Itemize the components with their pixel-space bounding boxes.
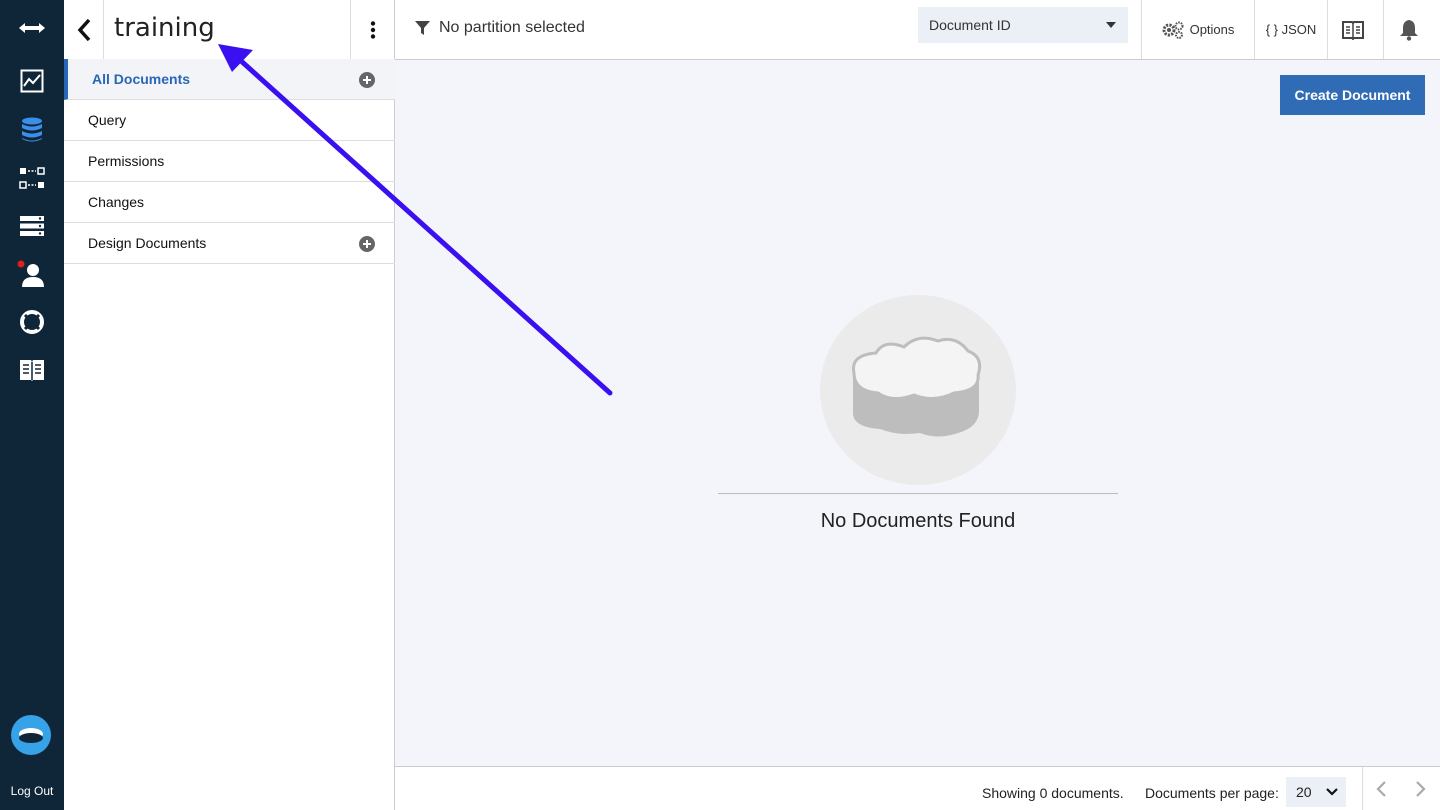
add-document-icon[interactable] <box>359 72 375 88</box>
back-button[interactable] <box>64 0 104 59</box>
docs-book-icon[interactable] <box>0 347 64 393</box>
top-toolbar: No partition selected Document ID Option… <box>395 0 1440 60</box>
chevron-left-icon <box>77 18 90 41</box>
previous-page-button[interactable] <box>1375 780 1389 798</box>
select-value: Document ID <box>929 17 1011 33</box>
per-page-label: Documents per page: <box>1145 785 1279 801</box>
empty-state-message: No Documents Found <box>820 510 1016 532</box>
database-sidebar: training All Documents Query Permissions… <box>64 0 395 810</box>
replication-icon[interactable] <box>0 155 64 201</box>
options-button[interactable]: Options <box>1142 0 1254 59</box>
gears-icon <box>1162 21 1184 39</box>
pagination-divider <box>1362 767 1363 810</box>
empty-state-illustration <box>820 295 1016 485</box>
logout-link[interactable]: Log Out <box>0 784 64 798</box>
expand-arrows-icon[interactable] <box>0 5 64 51</box>
partition-selector[interactable]: No partition selected <box>415 19 585 37</box>
create-document-button[interactable]: Create Document <box>1280 75 1425 115</box>
kebab-menu-icon <box>370 20 376 39</box>
database-icon[interactable] <box>0 107 64 153</box>
empty-state-divider <box>718 493 1118 494</box>
sidebar-item-permissions[interactable]: Permissions <box>64 141 395 182</box>
documentation-button[interactable] <box>1328 0 1383 59</box>
sidebar-item-label: All Documents <box>92 71 191 87</box>
caret-down-icon <box>1106 22 1116 28</box>
sidebar-item-label: Changes <box>88 194 145 210</box>
per-page-select[interactable]: 20 <box>1286 777 1346 807</box>
empty-database-cloud-icon <box>851 336 982 437</box>
sidebar-item-changes[interactable]: Changes <box>64 182 395 223</box>
document-count-text: Showing 0 documents. <box>982 785 1124 801</box>
document-id-select[interactable]: Document ID <box>918 7 1128 43</box>
user-icon[interactable] <box>0 251 64 297</box>
book-icon <box>1341 20 1364 40</box>
per-page-value: 20 <box>1296 784 1312 800</box>
options-label: Options <box>1189 22 1235 37</box>
primary-nav-rail: Log Out <box>0 0 64 810</box>
filter-icon <box>415 20 430 35</box>
documents-panel: Create Document No Documents Found <box>395 60 1440 766</box>
sidebar-item-label: Design Documents <box>88 235 207 251</box>
activity-chart-icon[interactable] <box>0 58 64 104</box>
more-menu-button[interactable] <box>350 0 395 59</box>
bell-icon <box>1400 19 1418 41</box>
sidebar-item-query[interactable]: Query <box>64 100 395 141</box>
sidebar-header: training <box>64 0 395 60</box>
sidebar-item-label: Permissions <box>88 153 165 169</box>
chevron-down-icon <box>1326 788 1338 796</box>
support-lifebuoy-icon[interactable] <box>0 299 64 345</box>
sidebar-item-label: Query <box>88 112 127 128</box>
database-title: training <box>114 13 215 43</box>
partition-label: No partition selected <box>439 19 585 36</box>
json-label: { } JSON <box>1265 22 1317 37</box>
sidebar-item-all-documents[interactable]: All Documents <box>64 59 395 100</box>
json-button[interactable]: { } JSON <box>1255 0 1327 59</box>
add-design-document-icon[interactable] <box>359 236 375 252</box>
sidebar-item-design-documents[interactable]: Design Documents <box>64 223 395 264</box>
notifications-button[interactable] <box>1384 0 1440 59</box>
cloud-logo-icon[interactable] <box>11 715 51 755</box>
pagination-footer: Showing 0 documents. Documents per page:… <box>395 766 1440 810</box>
next-page-button[interactable] <box>1413 780 1427 798</box>
server-icon[interactable] <box>0 203 64 249</box>
